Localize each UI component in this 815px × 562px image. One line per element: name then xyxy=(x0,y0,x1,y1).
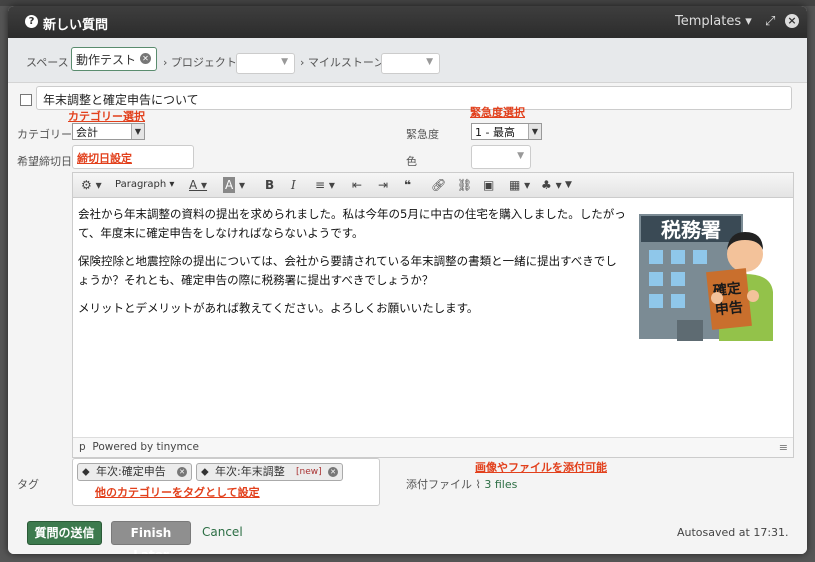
category-label: カテゴリー xyxy=(17,128,72,141)
milestone-select[interactable]: ▼ xyxy=(381,53,440,74)
project-label: › プロジェクト xyxy=(163,56,237,69)
paperclip-icon: ⌇ xyxy=(475,478,481,491)
templates-dropdown[interactable]: Templates ▾ xyxy=(675,14,752,29)
link-icon[interactable]: 🔗︎ xyxy=(431,177,446,193)
space-value: 動作テスト xyxy=(76,53,137,67)
rich-text-editor: ⚙ ▾ Paragraph ▾ A ▾ A ▾ B I ≡ ▾ ⇤ ⇥ ❝ 🔗︎… xyxy=(72,172,794,458)
align-icon[interactable]: ≡ ▾ xyxy=(315,177,335,193)
subject-value: 年末調整と確定申告について xyxy=(43,93,199,107)
close-icon[interactable]: × xyxy=(785,14,799,28)
tag-icon: ⬥ xyxy=(201,465,209,478)
color-label: 色 xyxy=(406,155,417,168)
dialog-footer: 質問の送信 Finish Later Cancel Autosaved at 1… xyxy=(8,512,807,554)
space-field[interactable]: 動作テスト ✕ xyxy=(71,47,157,71)
settings-gear-icon[interactable]: ⚙ ▾ xyxy=(81,177,102,193)
color-select[interactable]: ▼ xyxy=(471,145,531,169)
dialog-title: 新しい質問 xyxy=(43,18,109,33)
subject-input[interactable]: 年末調整と確定申告について xyxy=(36,86,792,110)
chevron-down-icon: ▼ xyxy=(528,124,541,139)
deadline-label: 希望締切日 xyxy=(17,155,72,168)
send-question-button[interactable]: 質問の送信 xyxy=(27,521,102,545)
cancel-link[interactable]: Cancel xyxy=(202,525,243,539)
editor-toolbar: ⚙ ▾ Paragraph ▾ A ▾ A ▾ B I ≡ ▾ ⇤ ⇥ ❝ 🔗︎… xyxy=(73,173,793,198)
subject-checkbox[interactable] xyxy=(20,94,32,106)
tags-input[interactable]: ⬥ 年次:確定申告 ✕ ⬥ 年次:年末調整 [new] ✕ 他のカテゴリーをタグ… xyxy=(72,458,380,506)
tag-icon: ⬥ xyxy=(82,465,90,478)
question-icon: ? xyxy=(25,15,38,28)
tag-label: 年次:年末調整 xyxy=(215,465,285,478)
finish-later-button[interactable]: Finish Later xyxy=(111,521,191,554)
content-paragraph-1: 会社から年末調整の資料の提出を求められました。私は今年の5月に中古の住宅を購入し… xyxy=(78,207,626,240)
background-color-icon[interactable]: A xyxy=(223,177,236,193)
content-paragraph-2: 保険控除と地震控除の提出については、会社から要請されている年末調整の書類と一緒に… xyxy=(78,254,617,287)
element-path[interactable]: p xyxy=(79,441,86,453)
blockquote-icon[interactable]: ❝ xyxy=(404,177,411,193)
editor-content[interactable]: 会社から年末調整の資料の提出を求められました。私は今年の5月に中古の住宅を購入し… xyxy=(78,205,628,327)
editor-statusbar: p Powered by tinymce ≡ xyxy=(73,437,793,457)
tag-label: 年次:確定申告 xyxy=(96,465,166,478)
plugin-icon[interactable]: ♣ ▾ xyxy=(541,177,562,193)
tax-office-sign-text: 税務署 xyxy=(661,218,721,242)
urgency-annotation: 緊急度選択 xyxy=(470,106,525,119)
more-dropdown-icon[interactable]: ▼ xyxy=(565,177,572,193)
tags-label: タグ xyxy=(17,478,39,491)
space-selector-bar: スペース 動作テスト ✕ › プロジェクト ▼ › マイルストーン ▼ xyxy=(8,38,807,83)
attach-annotation: 画像やファイルを添付可能 xyxy=(475,461,607,474)
text-color-icon[interactable]: A ▾ xyxy=(189,177,207,193)
remove-space-icon[interactable]: ✕ xyxy=(140,53,151,64)
image-icon[interactable]: ▣ xyxy=(483,177,494,193)
format-select-value: Paragraph xyxy=(115,179,167,190)
category-value: 会計 xyxy=(76,126,98,139)
project-select[interactable]: ▼ xyxy=(236,53,295,74)
urgency-label: 緊急度 xyxy=(406,128,439,141)
deadline-input[interactable]: 締切日設定 xyxy=(72,145,194,169)
table-icon[interactable]: ▦ ▾ xyxy=(509,177,530,193)
powered-by[interactable]: Powered by tinymce xyxy=(92,441,199,453)
dialog-titlebar: ? 新しい質問 Templates ▾ ⤢ × xyxy=(8,6,807,38)
remove-tag-icon[interactable]: ✕ xyxy=(177,467,187,477)
outdent-icon[interactable]: ⇤ xyxy=(352,177,362,193)
resize-handle-icon[interactable]: ≡ xyxy=(779,441,788,454)
tax-office-illustration: 税務署 確定 申告 xyxy=(639,214,773,341)
tag-chip[interactable]: ⬥ 年次:確定申告 ✕ xyxy=(77,463,192,481)
milestone-label: › マイルストーン xyxy=(300,56,385,69)
italic-icon[interactable]: I xyxy=(291,177,296,193)
expand-icon[interactable]: ⤢ xyxy=(765,14,775,29)
chevron-down-icon: ▼ xyxy=(131,124,144,139)
chevron-down-icon: ▼ xyxy=(517,151,524,161)
deadline-annotation: 締切日設定 xyxy=(77,152,132,165)
bold-icon[interactable]: B xyxy=(265,177,274,193)
category-select[interactable]: 会計 ▼ xyxy=(72,123,145,140)
content-paragraph-3: メリットとデメリットがあれば教えてください。よろしくお願いいたします。 xyxy=(78,301,479,315)
chevron-down-icon: ▼ xyxy=(426,57,433,67)
tags-annotation: 他のカテゴリーをタグとして設定 xyxy=(95,486,260,499)
editor-status-text: p Powered by tinymce xyxy=(79,441,199,453)
unlink-icon[interactable]: ⛓︎ xyxy=(457,177,472,193)
urgency-value: 1 - 最高 xyxy=(475,126,515,139)
attachments-label: 添付ファイル xyxy=(406,478,472,491)
space-label: スペース xyxy=(26,56,69,69)
chevron-down-icon: ▼ xyxy=(281,57,288,67)
indent-icon[interactable]: ⇥ xyxy=(378,177,388,193)
bg-color-dropdown-icon[interactable]: ▾ xyxy=(239,177,245,193)
autosave-status: Autosaved at 17:31. xyxy=(677,526,789,539)
attachments-files-link[interactable]: 3 files xyxy=(484,478,517,491)
tag-chip[interactable]: ⬥ 年次:年末調整 [new] ✕ xyxy=(196,463,343,481)
attachments-row: 添付ファイル ⌇ 3 files xyxy=(406,476,517,492)
remove-tag-icon[interactable]: ✕ xyxy=(328,467,338,477)
new-tag-marker: [new] xyxy=(296,467,322,477)
new-question-dialog: ? 新しい質問 Templates ▾ ⤢ × スペース 動作テスト ✕ › プ… xyxy=(8,6,807,554)
urgency-select[interactable]: 1 - 最高 ▼ xyxy=(471,123,542,140)
category-annotation: カテゴリー選択 xyxy=(68,110,145,123)
format-select[interactable]: Paragraph ▾ xyxy=(115,177,174,193)
